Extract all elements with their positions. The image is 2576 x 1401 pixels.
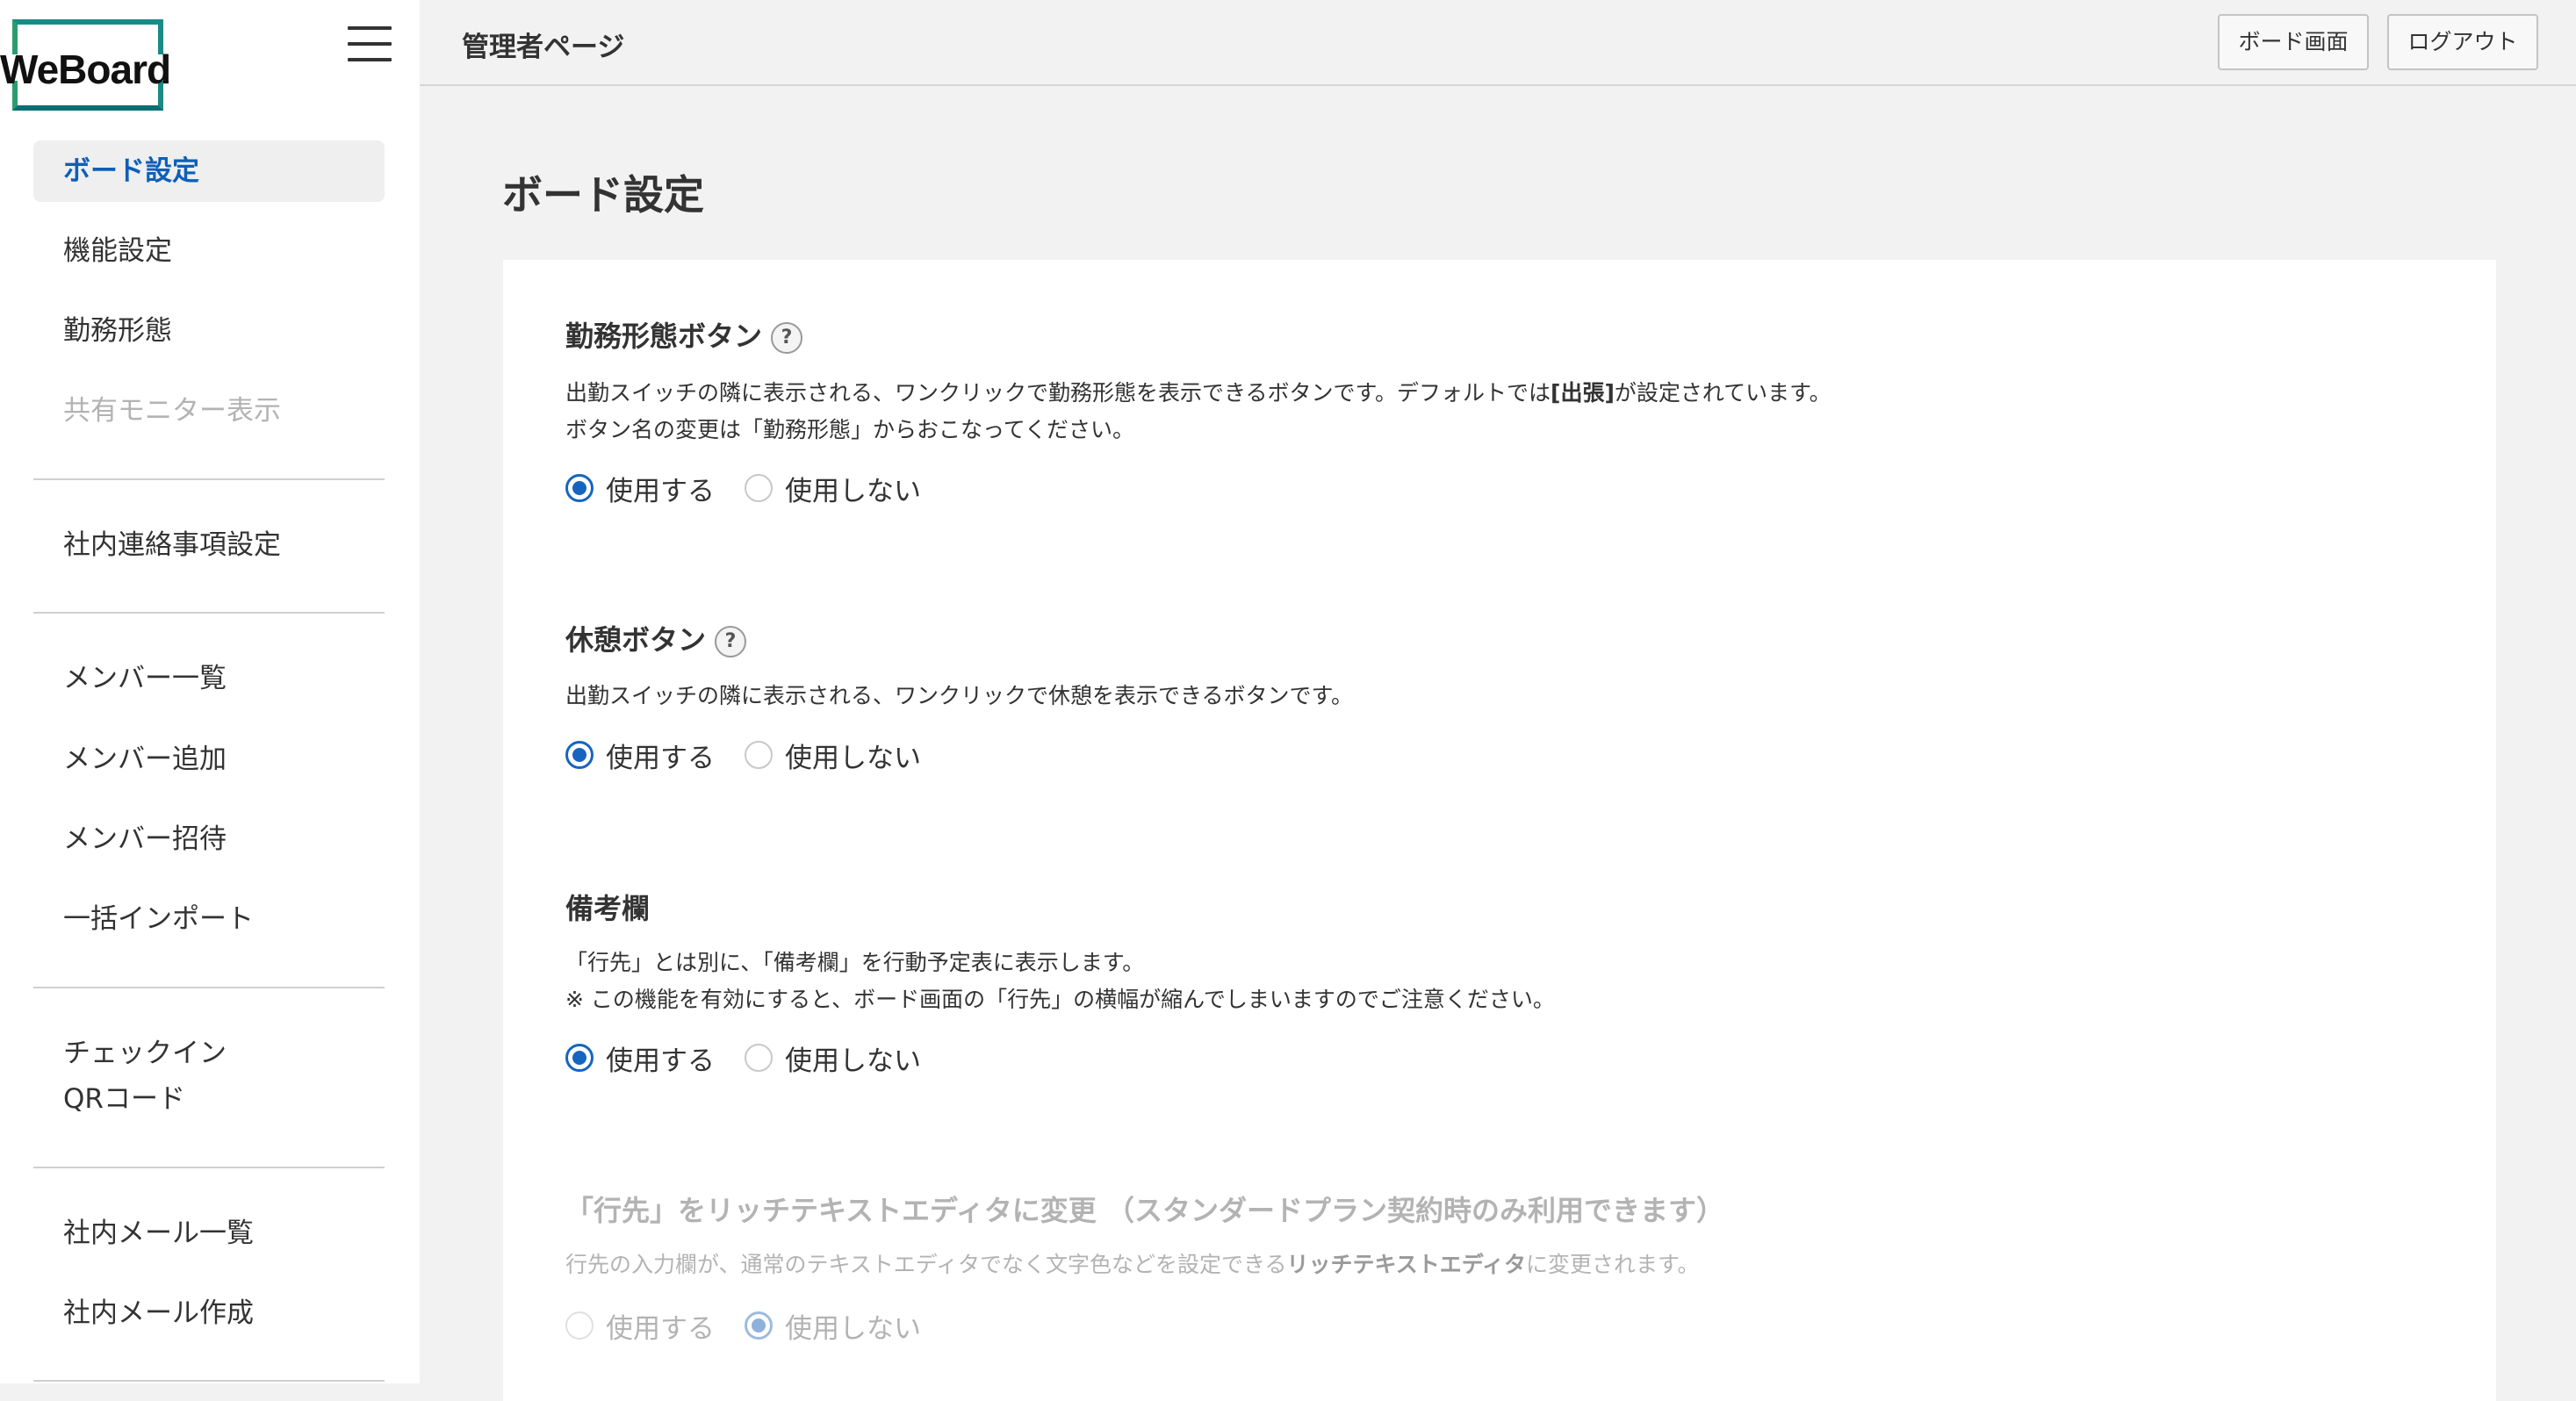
description-line: 行先の入力欄が、通常のテキストエディタでなく文字色などを設定できるリッチテキスト…	[565, 1247, 1700, 1283]
sidebar: WeBoard ボード設定 機能設定 勤務形態 共有モニター表示 社内連絡事項設…	[0, 0, 420, 1383]
radio-use[interactable]	[565, 474, 594, 502]
sidebar-divider	[33, 478, 385, 480]
radio-not-use[interactable]	[745, 741, 773, 769]
sidebar-item-internal-notice-settings[interactable]: 社内連絡事項設定	[33, 514, 385, 576]
sidebar-item-label: チェックイン	[63, 1038, 227, 1069]
section-title-rich-text-editor: 「行先」をリッチテキストエディタに変更 （スタンダードプラン契約時のみ利用できま…	[565, 1194, 1724, 1227]
radio-label-not-use[interactable]: 使用しない	[785, 736, 921, 775]
section-description: 「行先」とは別に、「備考欄」を行動予定表に表示します。 ※ この機能を有効にする…	[565, 945, 1555, 1018]
description-line: 出勤スイッチの隣に表示される、ワンクリックで休憩を表示できるボタンです。	[565, 683, 1354, 708]
section-title-text: 勤務形態ボタン	[565, 320, 763, 353]
section-description: 出勤スイッチの隣に表示される、ワンクリックで休憩を表示できるボタンです。	[565, 678, 1353, 715]
radio-use[interactable]	[565, 1044, 594, 1072]
sidebar-divider	[33, 1167, 385, 1168]
radio-not-use	[745, 1311, 773, 1340]
top-header: 管理者ページ ボード画面 ログアウト	[420, 0, 2576, 86]
radio-not-use[interactable]	[745, 1044, 773, 1072]
sidebar-item-add-member[interactable]: メンバー追加	[33, 729, 385, 790]
description-text: 行先の入力欄が、通常のテキストエディタでなく文字色などを設定できる	[565, 1252, 1287, 1277]
sidebar-divider	[33, 1380, 385, 1382]
board-view-button[interactable]: ボード画面	[2218, 14, 2369, 70]
section-title-break-button: 休憩ボタン?	[565, 618, 747, 658]
header-title: 管理者ページ	[462, 32, 625, 63]
radio-label-use: 使用する	[606, 1312, 715, 1345]
section-title-remarks: 備考欄	[565, 892, 651, 925]
radio-label-use[interactable]: 使用する	[606, 469, 715, 508]
description-line: ※ この機能を有効にすると、ボード画面の「行先」の横幅が縮んでしまいますのでご注…	[565, 987, 1555, 1012]
sidebar-item-checkin-qr[interactable]: チェックイン QRコード	[33, 1031, 385, 1127]
section-description: 行先の入力欄が、通常のテキストエディタでなく文字色などを設定できるリッチテキスト…	[565, 1247, 1700, 1283]
radio-label-use[interactable]: 使用する	[606, 736, 715, 775]
radio-label-use[interactable]: 使用する	[606, 1038, 715, 1078]
radio-use[interactable]	[565, 741, 594, 769]
sidebar-item-internal-mail-list[interactable]: 社内メール一覧	[33, 1203, 385, 1264]
sidebar-item-bulk-import[interactable]: 一括インポート	[33, 888, 385, 950]
description-text: 出勤スイッチの隣に表示される、ワンクリックで勤務形態を表示できるボタンです。デフ…	[565, 380, 1551, 406]
description-line: 「行先」とは別に、「備考欄」を行動予定表に表示します。	[565, 950, 1145, 975]
logo-text: WeBoard	[0, 47, 171, 92]
description-text: に変更されます。	[1526, 1252, 1700, 1277]
help-icon[interactable]: ?	[771, 322, 803, 354]
description-bold-text: リッチテキストエディタ	[1286, 1252, 1527, 1277]
radio-not-use[interactable]	[745, 474, 773, 502]
radio-label-not-use: 使用しない	[785, 1312, 921, 1345]
description-bold-text: [出張]	[1551, 380, 1615, 406]
sidebar-item-feature-settings[interactable]: 機能設定	[33, 220, 385, 282]
description-text: が設定されています。	[1614, 380, 1831, 406]
sidebar-item-member-list[interactable]: メンバー一覧	[33, 648, 385, 709]
page-title: ボード設定	[502, 171, 704, 219]
sidebar-item-work-styles[interactable]: 勤務形態	[33, 300, 385, 362]
radio-group-break-button: 使用する 使用しない	[565, 736, 951, 775]
radio-group-remarks: 使用する 使用しない	[565, 1038, 951, 1078]
sidebar-item-shared-monitor: 共有モニター表示	[63, 395, 281, 427]
radio-group-rich-text-editor: 使用する 使用しない	[565, 1308, 951, 1345]
section-title-text: 休憩ボタン	[565, 623, 707, 657]
logout-button[interactable]: ログアウト	[2387, 14, 2538, 70]
sidebar-item-invite-member[interactable]: メンバー招待	[33, 808, 385, 870]
sidebar-divider	[33, 612, 385, 614]
section-description: 出勤スイッチの隣に表示される、ワンクリックで勤務形態を表示できるボタンです。デフ…	[565, 375, 1831, 449]
sidebar-item-board-settings[interactable]: ボード設定	[33, 140, 385, 202]
radio-use	[565, 1311, 594, 1340]
sidebar-item-label: QRコード	[63, 1083, 185, 1115]
sidebar-item-compose-internal-mail[interactable]: 社内メール作成	[33, 1282, 385, 1344]
radio-label-not-use[interactable]: 使用しない	[785, 1038, 921, 1078]
radio-group-work-style-button: 使用する 使用しない	[565, 469, 951, 508]
weboard-logo[interactable]: WeBoard	[0, 16, 176, 112]
radio-label-not-use[interactable]: 使用しない	[785, 469, 921, 508]
help-icon[interactable]: ?	[715, 626, 747, 657]
description-line: 出勤スイッチの隣に表示される、ワンクリックで勤務形態を表示できるボタンです。デフ…	[565, 375, 1831, 412]
sidebar-divider	[33, 987, 385, 988]
hamburger-menu-icon[interactable]	[348, 25, 392, 63]
section-title-work-style-button: 勤務形態ボタン?	[565, 314, 803, 355]
description-line: ボタン名の変更は「勤務形態」からおこなってください。	[565, 417, 1135, 442]
